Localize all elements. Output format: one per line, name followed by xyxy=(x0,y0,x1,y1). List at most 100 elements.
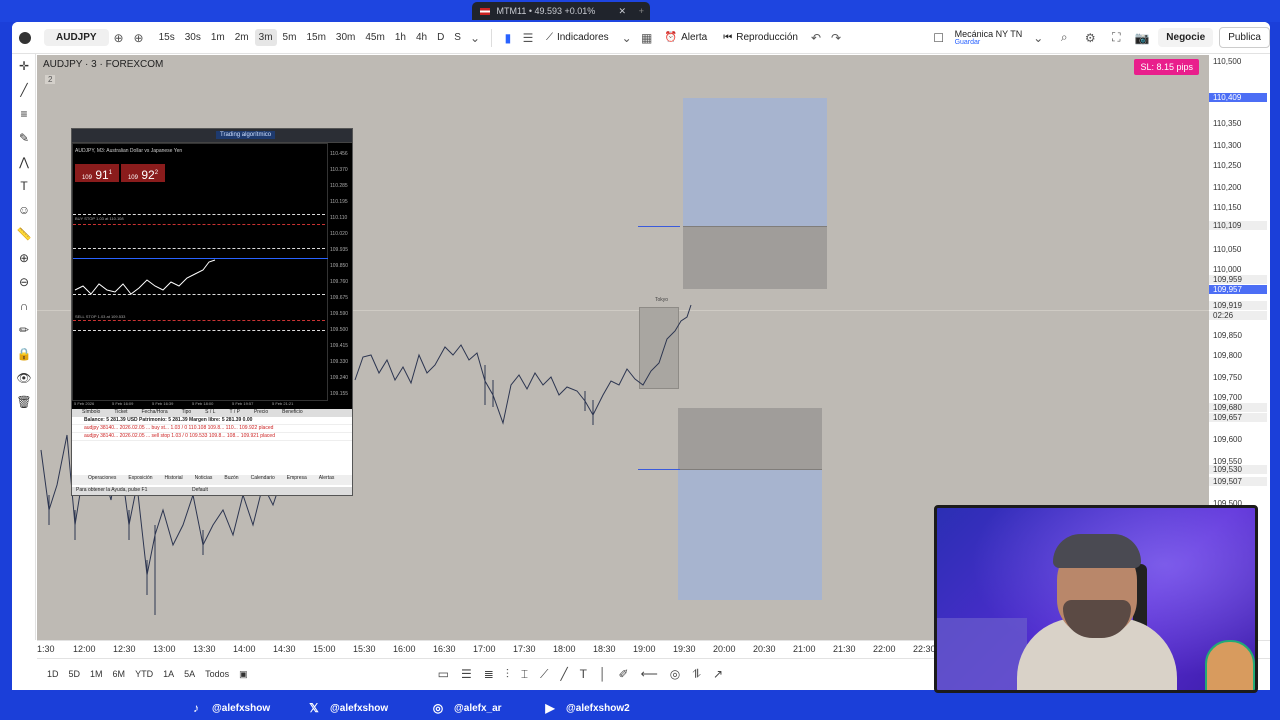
tab-operaciones[interactable]: Operaciones xyxy=(88,475,116,485)
brush-icon[interactable]: ✎ xyxy=(12,126,36,150)
col-time[interactable]: Fecha/Hora xyxy=(142,409,168,417)
chevron-down-icon[interactable]: ⌄ xyxy=(465,31,485,45)
interval-1h[interactable]: 1h xyxy=(391,29,410,46)
smile-icon[interactable]: ☺ xyxy=(12,198,36,222)
search-icon[interactable]: ⌕ xyxy=(1054,30,1074,45)
tab-calendario[interactable]: Calendario xyxy=(251,475,275,485)
magnet-icon[interactable]: ∩ xyxy=(12,294,36,318)
pencil-icon[interactable]: ✏ xyxy=(12,318,36,342)
chart-type-icon[interactable]: ☰ xyxy=(518,31,538,45)
col-price[interactable]: Precio xyxy=(254,409,268,417)
col-ticket[interactable]: Ticket xyxy=(114,409,127,417)
interval-4h[interactable]: 4h xyxy=(412,29,431,46)
fib-icon[interactable]: ≣ xyxy=(484,667,494,682)
interval-3m[interactable]: 3m xyxy=(254,29,277,46)
social-instagram[interactable]: ◎ @alefx_ar xyxy=(430,700,502,716)
mt5-chart[interactable]: AUDJPY, M3: Australian Dollar vs Japanes… xyxy=(72,143,329,401)
tab-historial[interactable]: Historial xyxy=(165,475,183,485)
layout-name[interactable]: Mecánica NY TN Guardar xyxy=(955,29,1023,46)
line-icon[interactable]: ╱ xyxy=(560,667,567,682)
indicators-button[interactable]: ⟋ Indicadores xyxy=(538,32,617,43)
lock-icon[interactable]: 🔒 xyxy=(12,342,36,366)
interval-5m[interactable]: 5m xyxy=(279,29,301,46)
chevron-down-icon[interactable]: ⌄ xyxy=(617,31,637,45)
range-1a[interactable]: 1A xyxy=(163,669,174,680)
brush-icon[interactable]: ✐ xyxy=(619,667,629,682)
algo-trading-button[interactable]: Trading algorítmico xyxy=(216,131,276,139)
layouts-icon[interactable]: ▦ xyxy=(637,31,657,45)
interval-1m[interactable]: 1m xyxy=(207,29,229,46)
social-x[interactable]: 𝕏 @alefxshow xyxy=(306,700,388,716)
long-position-icon[interactable]: ⥮ xyxy=(692,667,701,682)
fullscreen-icon[interactable]: ⛶ xyxy=(1106,30,1126,45)
arrow-icon[interactable]: ↗ xyxy=(713,667,723,682)
interval-s[interactable]: S xyxy=(450,29,465,46)
pattern-icon[interactable]: ⋀ xyxy=(12,150,36,174)
interval-30s[interactable]: 30s xyxy=(181,29,205,46)
zoom-in-icon[interactable]: ⊕ xyxy=(12,246,36,270)
text-icon[interactable]: T xyxy=(12,174,36,198)
tab-alertas[interactable]: Alertas xyxy=(319,475,335,485)
range-ytd[interactable]: YTD xyxy=(135,669,153,680)
range-5d[interactable]: 5D xyxy=(69,669,81,680)
interval-d[interactable]: D xyxy=(433,29,448,46)
symbol-search[interactable]: AUDJPY xyxy=(44,29,109,46)
horizontal-ray-icon[interactable]: ⟵ xyxy=(641,667,658,682)
calendar-icon[interactable]: ▣ xyxy=(239,669,248,680)
interval-2m[interactable]: 2m xyxy=(231,29,253,46)
account-avatar[interactable] xyxy=(14,27,36,49)
col-symbol[interactable]: Símbolo xyxy=(82,409,100,417)
trade-button[interactable]: Negocie xyxy=(1158,28,1214,47)
browser-tab[interactable]: MTM11 • 49.593 +0.01% ✕ + xyxy=(472,2,650,20)
social-youtube[interactable]: ▶ @alefxshow2 xyxy=(542,700,629,716)
crosshair-icon[interactable]: ✛ xyxy=(12,54,36,78)
mt5-window[interactable]: Trading algorítmico AUDJPY, M3: Australi… xyxy=(71,128,353,496)
checkbox-icon[interactable]: ☐ xyxy=(929,31,949,45)
close-tab-icon[interactable]: ✕ xyxy=(618,2,626,20)
range-1m[interactable]: 1M xyxy=(90,669,103,680)
compare-icon[interactable]: ⊕ xyxy=(109,31,129,45)
rectangle-icon[interactable]: ▭ xyxy=(438,667,449,682)
order-row[interactable]: audjpy 38140... 2026.02.05 ... sell stop… xyxy=(72,433,352,441)
fib-icon[interactable]: ≡ xyxy=(12,102,36,126)
camera-icon[interactable]: 📷 xyxy=(1132,31,1152,45)
order-row[interactable]: audjpy 38140... 2026.02.05 ... buy st...… xyxy=(72,425,352,433)
vertical-line-icon[interactable]: │ xyxy=(599,667,607,682)
col-profit[interactable]: Beneficio xyxy=(282,409,303,417)
social-tiktok[interactable]: ♪ @alefxshow xyxy=(188,700,270,716)
trash-icon[interactable]: 🗑 xyxy=(12,390,36,414)
measure-icon[interactable]: ⌶ xyxy=(521,667,528,682)
trend-line-icon[interactable]: ╱ xyxy=(12,78,36,102)
text-icon[interactable]: T xyxy=(580,667,587,682)
interval-15s[interactable]: 15s xyxy=(155,29,179,46)
range-1d[interactable]: 1D xyxy=(47,669,59,680)
chevron-down-icon[interactable]: ⌄ xyxy=(1028,31,1048,45)
col-sl[interactable]: S / L xyxy=(205,409,215,417)
lines-icon[interactable]: ☰ xyxy=(461,667,472,682)
zoom-out-icon[interactable]: ⊖ xyxy=(12,270,36,294)
tab-exposicion[interactable]: Exposición xyxy=(128,475,152,485)
alert-button[interactable]: ⏰ Alerta xyxy=(657,32,716,43)
new-tab-icon[interactable]: + xyxy=(639,2,644,20)
interval-15m[interactable]: 15m xyxy=(302,29,329,46)
col-type[interactable]: Tipo xyxy=(182,409,192,417)
interval-45m[interactable]: 45m xyxy=(361,29,388,46)
range-all[interactable]: Todos xyxy=(205,669,229,680)
undo-icon[interactable]: ↶ xyxy=(806,31,826,45)
tab-noticias[interactable]: Noticias xyxy=(195,475,213,485)
channel-icon[interactable]: ⫶ xyxy=(506,667,509,682)
tab-buzon[interactable]: Buzón xyxy=(224,475,238,485)
gear-icon[interactable]: ⚙ xyxy=(1080,31,1100,45)
range-5a[interactable]: 5A xyxy=(184,669,195,680)
range-6m[interactable]: 6M xyxy=(113,669,126,680)
candles-icon[interactable]: ▮ xyxy=(498,31,518,45)
path-icon[interactable]: ⟋ xyxy=(540,667,548,682)
ruler-icon[interactable]: 📏 xyxy=(12,222,36,246)
tab-empresa[interactable]: Empresa xyxy=(287,475,307,485)
redo-icon[interactable]: ↷ xyxy=(826,31,846,45)
target-icon[interactable]: ◎ xyxy=(670,667,680,682)
add-symbol-icon[interactable]: ⊕ xyxy=(129,31,149,45)
col-tp[interactable]: T / P xyxy=(229,409,239,417)
publish-button[interactable]: Publica xyxy=(1219,27,1270,48)
interval-30m[interactable]: 30m xyxy=(332,29,359,46)
